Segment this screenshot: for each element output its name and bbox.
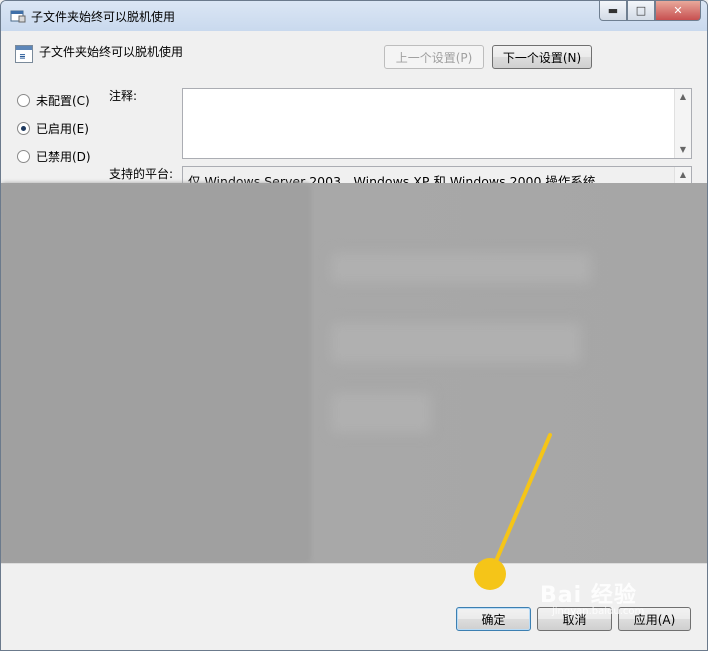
title-bar[interactable]: 子文件夹始终可以脱机使用 ▬ □ ✕ [1,1,707,31]
prev-setting-button[interactable]: 上一个设置(P) [384,45,484,69]
comment-scrollbar[interactable]: ▲ ▼ [674,89,691,158]
radio-not-configured[interactable]: 未配置(C) [17,92,90,109]
baidu-watermark-url: jingyan.baidu.com [552,606,645,617]
ok-button[interactable]: 确定 [456,607,531,631]
dialog-window: 子文件夹始终可以脱机使用 ▬ □ ✕ ≡ 子文件夹始终可以脱机使用 上一个设置(… [0,0,708,651]
close-icon: ✕ [673,4,683,17]
minimize-button[interactable]: ▬ [599,1,627,21]
blur-patch [331,393,431,433]
scroll-up-icon[interactable]: ▲ [675,89,691,105]
maximize-icon: □ [635,4,647,17]
caption-buttons: ▬ □ ✕ [599,1,701,21]
radio-disabled[interactable]: 已禁用(D) [17,148,91,165]
window-title: 子文件夹始终可以脱机使用 [31,10,176,24]
radio-enabled-label: 已启用(E) [36,122,89,136]
radio-enabled[interactable]: 已启用(E) [17,120,89,137]
blur-patch [331,323,581,363]
blurred-region [1,183,707,563]
radio-circle[interactable] [17,94,30,107]
platform-label: 支持的平台: [109,167,174,181]
close-button[interactable]: ✕ [655,1,701,21]
setting-name: 子文件夹始终可以脱机使用 [39,45,184,59]
radio-not-configured-label: 未配置(C) [36,94,90,108]
comment-label: 注释: [109,89,138,103]
scroll-up-icon[interactable]: ▲ [675,167,691,183]
scroll-down-icon[interactable]: ▼ [675,142,691,158]
radio-circle-checked[interactable] [17,122,30,135]
maximize-button[interactable]: □ [627,1,655,21]
blur-patch [1,183,311,563]
setting-icon: ≡ [15,45,33,63]
comment-textarea[interactable]: ▲ ▼ [182,88,692,159]
radio-disabled-label: 已禁用(D) [36,150,91,164]
minimize-icon: ▬ [607,4,619,17]
blur-patch [331,253,591,283]
next-setting-button[interactable]: 下一个设置(N) [492,45,592,69]
radio-circle[interactable] [17,150,30,163]
policy-app-icon [10,10,26,23]
baidu-watermark: Bai 经验 [540,583,637,608]
